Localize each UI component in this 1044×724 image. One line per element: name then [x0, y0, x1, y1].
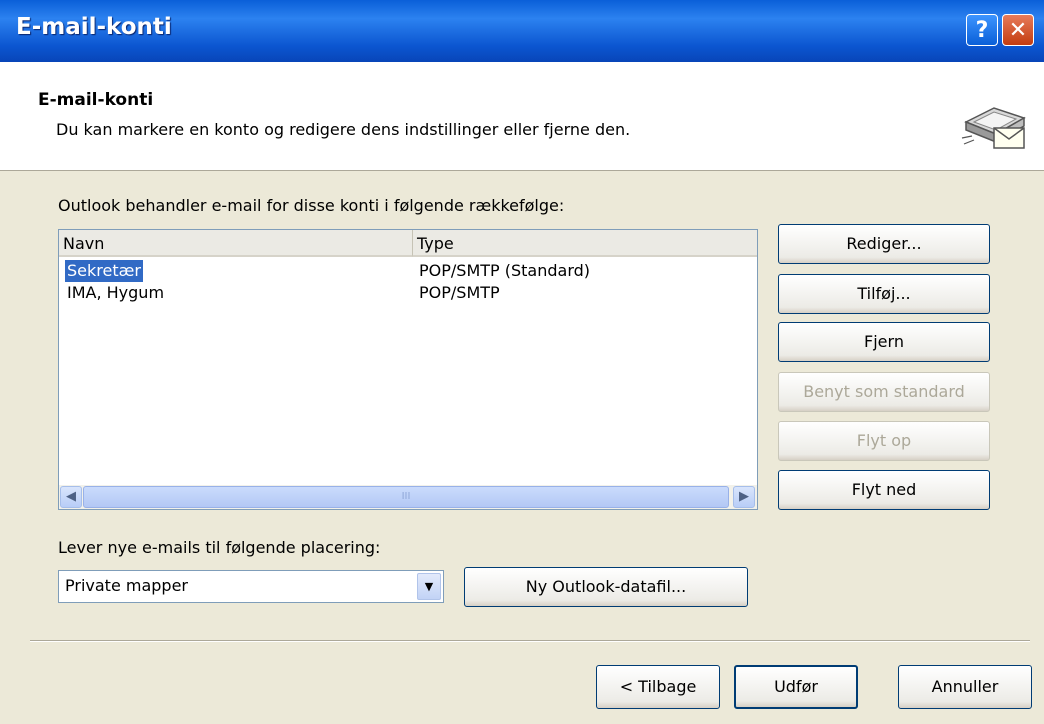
header-title: E-mail-konti — [38, 90, 154, 110]
delivery-location-value: Private mapper — [65, 576, 188, 595]
edit-button[interactable]: Rediger... — [778, 224, 990, 264]
finish-button[interactable]: Udfør — [734, 665, 858, 709]
header-subtitle: Du kan markere en konto og redigere dens… — [56, 120, 631, 139]
scrollbar-thumb[interactable]: III — [83, 486, 729, 508]
accounts-list[interactable]: Navn Type Sekretær POP/SMTP (Standard) I… — [58, 229, 758, 510]
account-row[interactable]: Sekretær POP/SMTP (Standard) — [59, 260, 757, 282]
wizard-header: E-mail-konti Du kan markere en konto og … — [0, 62, 1044, 171]
window-title: E-mail-konti — [16, 14, 172, 40]
account-name: Sekretær — [65, 260, 143, 282]
new-datafile-button[interactable]: Ny Outlook-datafil... — [464, 567, 748, 607]
account-name: IMA, Hygum — [67, 283, 165, 302]
horizontal-scrollbar[interactable]: ◀ III ▶ — [59, 485, 757, 509]
account-type: POP/SMTP (Standard) — [419, 261, 591, 280]
delivery-location-select[interactable]: Private mapper ▼ — [58, 570, 444, 603]
email-accounts-icon — [961, 107, 1026, 149]
chevron-down-icon[interactable]: ▼ — [417, 573, 441, 600]
close-button[interactable]: ✕ — [1002, 14, 1034, 46]
column-header-navn[interactable]: Navn — [59, 230, 413, 257]
move-down-button[interactable]: Flyt ned — [778, 470, 990, 510]
account-row[interactable]: IMA, Hygum POP/SMTP — [59, 282, 757, 304]
column-header-type[interactable]: Type — [413, 230, 757, 257]
move-up-button[interactable]: Flyt op — [778, 421, 990, 461]
help-button[interactable]: ? — [966, 14, 998, 46]
remove-button[interactable]: Fjern — [778, 322, 990, 362]
scroll-left-icon[interactable]: ◀ — [60, 486, 82, 508]
divider — [30, 640, 1030, 642]
accounts-order-label: Outlook behandler e-mail for disse konti… — [58, 196, 565, 215]
scroll-right-icon[interactable]: ▶ — [733, 486, 755, 508]
cancel-button[interactable]: Annuller — [898, 665, 1032, 709]
back-button[interactable]: < Tilbage — [596, 665, 720, 709]
set-default-button[interactable]: Benyt som standard — [778, 372, 990, 412]
delivery-location-label: Lever nye e-mails til følgende placering… — [58, 538, 381, 557]
title-bar: E-mail-konti ? ✕ — [0, 0, 1044, 62]
account-type: POP/SMTP — [419, 283, 500, 302]
add-button[interactable]: Tilføj... — [778, 274, 990, 314]
